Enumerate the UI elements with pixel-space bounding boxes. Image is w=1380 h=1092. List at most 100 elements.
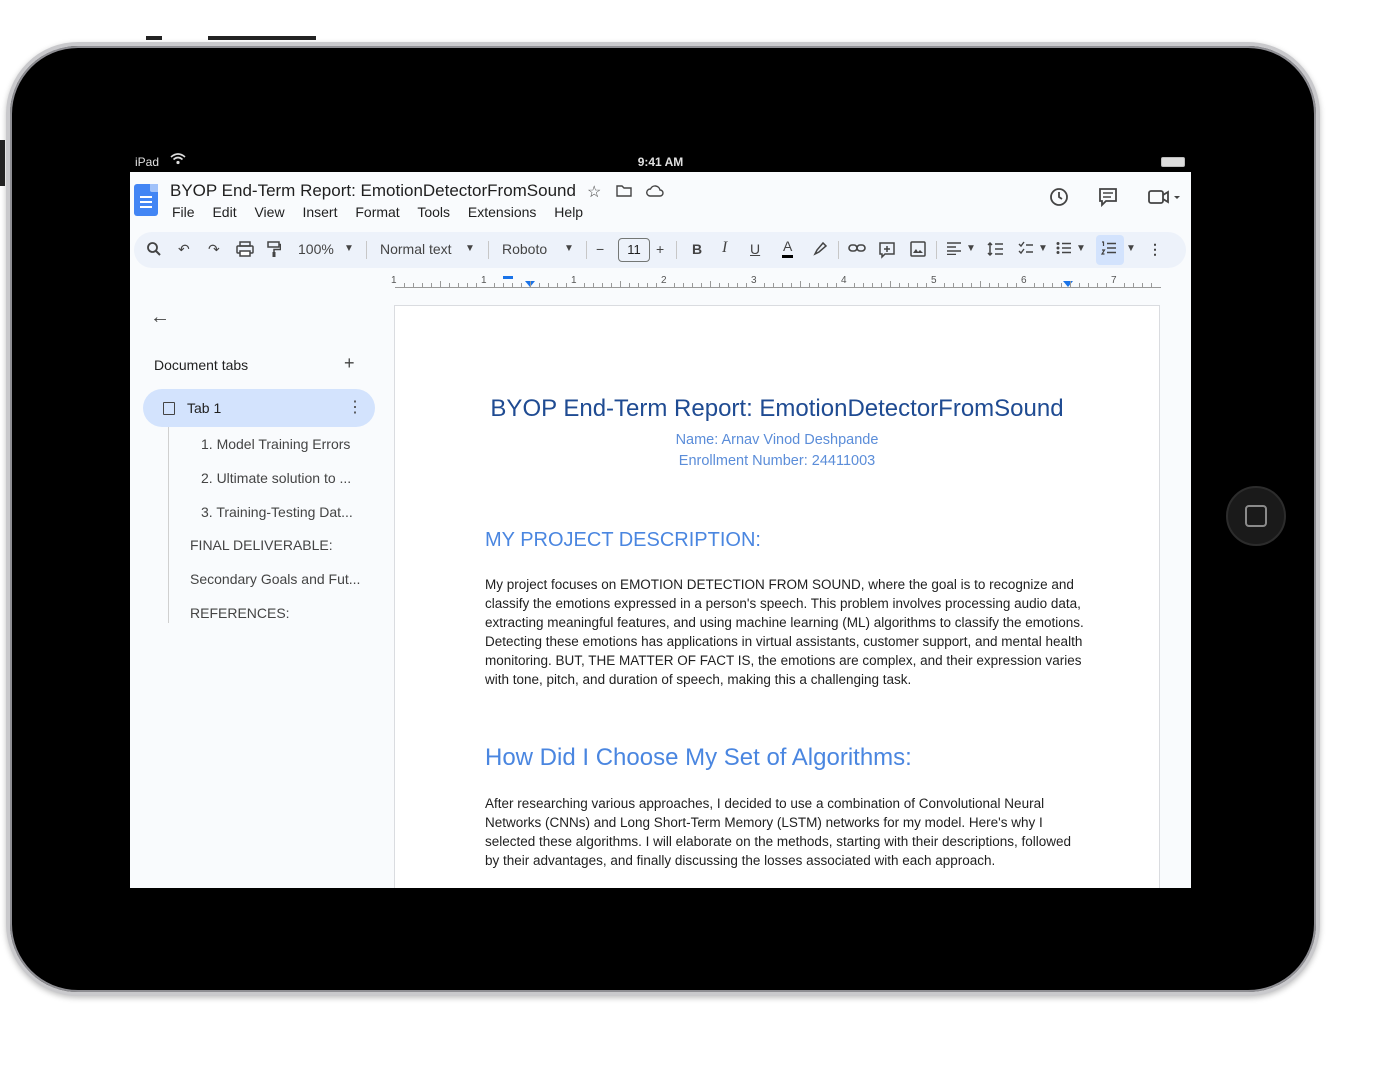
zoom-dropdown-icon[interactable]: ▼	[344, 243, 354, 254]
docs-logo-icon[interactable]	[134, 184, 158, 216]
style-dropdown-icon[interactable]: ▼	[465, 243, 475, 254]
add-tab-icon[interactable]: +	[344, 353, 355, 374]
ruler-tick	[692, 283, 693, 287]
align-icon[interactable]	[946, 241, 962, 258]
tab-1[interactable]: Tab 1 ⋮	[143, 389, 375, 427]
ruler-tick	[620, 281, 621, 287]
outline-item[interactable]: 2. Ultimate solution to ...	[201, 470, 351, 486]
ruler-number: 4	[841, 275, 847, 286]
ruler-tick	[854, 283, 855, 287]
outline-item[interactable]: REFERENCES:	[190, 605, 290, 621]
ruler-tick	[1124, 283, 1125, 287]
zoom-select[interactable]: 100%	[298, 241, 334, 257]
ruler-tick	[449, 283, 450, 287]
menu-help[interactable]: Help	[554, 204, 583, 220]
paragraph-style-select[interactable]: Normal text	[380, 241, 452, 257]
meet-icon[interactable]	[1147, 190, 1181, 213]
ruler-tick	[602, 283, 603, 287]
increase-font-size-button[interactable]: +	[656, 241, 664, 257]
align-dropdown-icon[interactable]: ▼	[966, 243, 976, 254]
highlight-color-icon[interactable]	[812, 241, 828, 260]
more-options-icon[interactable]: ⋮	[1148, 241, 1162, 258]
comments-icon[interactable]	[1097, 188, 1125, 213]
status-bar: iPad 9:41 AM	[130, 152, 1191, 172]
header-actions	[1026, 186, 1181, 214]
outline-item[interactable]: FINAL DELIVERABLE:	[190, 537, 333, 553]
ruler-tick	[539, 283, 540, 287]
text-color-icon[interactable]: A	[782, 238, 794, 258]
section-heading: MY PROJECT DESCRIPTION:	[485, 529, 761, 551]
toolbar-divider	[366, 241, 367, 259]
menu-view[interactable]: View	[254, 204, 284, 220]
ruler-tick	[737, 283, 738, 287]
menu-format[interactable]: Format	[355, 204, 399, 220]
battery-icon	[1161, 157, 1185, 167]
tab-options-icon[interactable]: ⋮	[347, 397, 363, 417]
ruler-tick	[782, 283, 783, 287]
ruler-tick	[656, 283, 657, 287]
ruler-tick	[863, 283, 864, 287]
numbered-list-dropdown-icon[interactable]: ▼	[1126, 243, 1136, 254]
line-spacing-icon[interactable]	[986, 241, 1004, 260]
font-select[interactable]: Roboto	[502, 241, 547, 257]
menu-file[interactable]: File	[172, 204, 195, 220]
insert-link-icon[interactable]	[848, 241, 866, 257]
ruler-number: 5	[931, 275, 937, 286]
bulleted-list-dropdown-icon[interactable]: ▼	[1076, 243, 1086, 254]
ruler-tick	[1079, 283, 1080, 287]
paint-format-icon[interactable]	[267, 241, 282, 261]
bulleted-list-icon[interactable]	[1056, 241, 1072, 258]
ruler-tick	[521, 283, 522, 287]
cloud-status-icon[interactable]	[646, 184, 664, 201]
ruler-tick	[1007, 283, 1008, 287]
ruler-tick	[917, 283, 918, 287]
section-heading: How Did I Choose My Set of Algorithms:	[485, 744, 912, 771]
ruler[interactable]: 1 1 1 2 3 4 5 6 7	[391, 272, 1161, 290]
undo-icon[interactable]: ↶	[178, 241, 190, 258]
menu-extensions[interactable]: Extensions	[468, 204, 536, 220]
ruler-tick	[413, 283, 414, 287]
ruler-tick	[458, 283, 459, 287]
insert-image-icon[interactable]	[910, 241, 926, 260]
checklist-icon[interactable]	[1018, 241, 1034, 258]
back-arrow-icon[interactable]: ←	[150, 306, 170, 329]
redo-icon[interactable]: ↷	[208, 241, 220, 258]
ruler-tick	[1070, 281, 1071, 287]
font-dropdown-icon[interactable]: ▼	[564, 243, 574, 254]
right-indent-marker[interactable]	[1063, 281, 1073, 287]
toolbar: ↶ ↷ 100% ▼ Normal text ▼ Roboto ▼ − 11 +…	[134, 232, 1186, 268]
ruler-tick	[998, 283, 999, 287]
ruler-tick	[764, 283, 765, 287]
ruler-tick	[1106, 283, 1107, 287]
numbered-list-icon[interactable]	[1100, 241, 1117, 258]
outline-item[interactable]: Secondary Goals and Fut...	[190, 571, 360, 587]
first-line-indent-marker[interactable]	[503, 276, 513, 279]
ruler-tick	[1088, 283, 1089, 287]
menu-insert[interactable]: Insert	[302, 204, 337, 220]
version-history-icon[interactable]	[1048, 188, 1076, 213]
checklist-dropdown-icon[interactable]: ▼	[1038, 243, 1048, 254]
decrease-font-size-button[interactable]: −	[596, 241, 604, 257]
underline-icon[interactable]: U	[750, 241, 760, 257]
outline-item[interactable]: 3. Training-Testing Dat...	[201, 504, 353, 520]
menu-tools[interactable]: Tools	[417, 204, 450, 220]
move-folder-icon[interactable]	[616, 184, 636, 201]
ruler-tick	[962, 283, 963, 287]
document-title[interactable]: BYOP End-Term Report: EmotionDetectorFro…	[170, 181, 576, 201]
search-menus-icon[interactable]	[146, 241, 162, 260]
menu-edit[interactable]: Edit	[212, 204, 236, 220]
star-icon[interactable]: ☆	[587, 184, 601, 201]
document-page[interactable]: BYOP End-Term Report: EmotionDetectorFro…	[394, 305, 1160, 888]
italic-icon[interactable]: I	[722, 239, 727, 257]
home-button-icon	[1245, 505, 1267, 527]
ruler-tick	[908, 283, 909, 287]
ruler-tick	[944, 283, 945, 287]
ruler-tick	[647, 283, 648, 287]
outline-item[interactable]: 1. Model Training Errors	[201, 436, 350, 452]
enrollment-number: Enrollment Number: 24411003	[678, 453, 876, 469]
add-comment-icon[interactable]	[878, 241, 896, 262]
ruler-tick	[719, 283, 720, 287]
font-size-input[interactable]: 11	[618, 238, 650, 262]
bold-icon[interactable]: B	[692, 241, 702, 257]
print-icon[interactable]	[236, 241, 254, 260]
